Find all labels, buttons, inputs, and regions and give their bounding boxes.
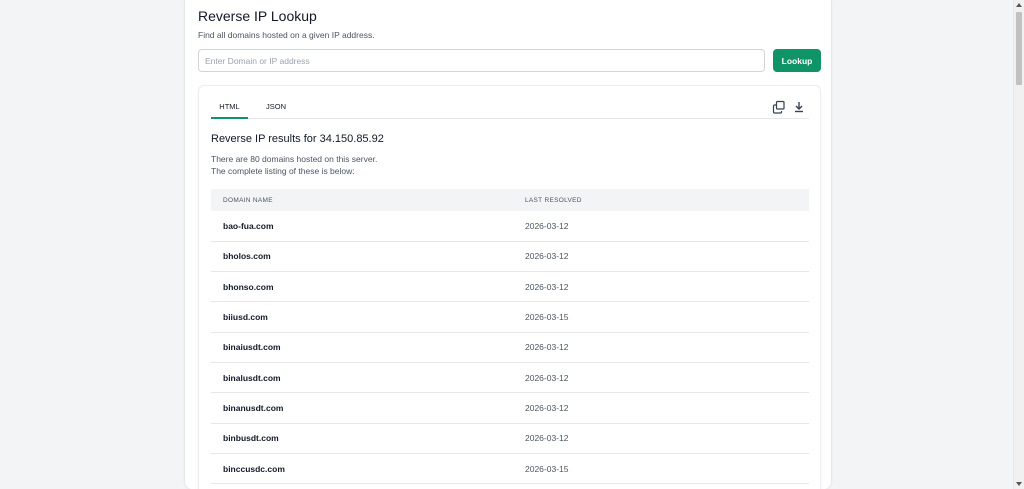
page-title: Reverse IP Lookup — [198, 8, 317, 24]
last-resolved-cell: 2026-03-12 — [525, 423, 809, 454]
tab-html[interactable]: HTML — [211, 96, 248, 119]
last-resolved-cell: 2026-03-12 — [525, 332, 809, 363]
page-subtitle: Find all domains hosted on a given IP ad… — [198, 30, 375, 40]
table-row: biiusd.com 2026-03-15 — [211, 301, 809, 333]
results-count-text: There are 80 domains hosted on this serv… — [211, 154, 378, 164]
domain-cell: binalusdt.com — [211, 362, 525, 394]
domain-table: DOMAIN NAME LAST RESOLVED bao-fua.com 20… — [211, 189, 809, 485]
reverse-ip-page: Reverse IP Lookup Find all domains hoste… — [184, 0, 832, 489]
domain-cell: binbusdt.com — [211, 423, 525, 454]
table-header-row: DOMAIN NAME LAST RESOLVED — [211, 189, 809, 211]
column-header-domain: DOMAIN NAME — [211, 189, 525, 211]
column-header-last-resolved: LAST RESOLVED — [525, 189, 809, 211]
download-icon[interactable] — [792, 100, 806, 114]
table-row: binccusdc.com 2026-03-15 — [211, 453, 809, 485]
tab-json[interactable]: JSON — [259, 96, 293, 119]
results-card: HTML JSON Reverse IP results for 34.150.… — [198, 85, 821, 489]
copy-icon[interactable] — [772, 100, 786, 114]
last-resolved-cell: 2026-03-12 — [525, 362, 809, 394]
scroll-down-arrow-icon[interactable] — [1016, 482, 1022, 486]
domain-cell: binanusdt.com — [211, 392, 525, 424]
results-listing-text: The complete listing of these is below: — [211, 166, 355, 176]
table-row: bao-fua.com 2026-03-12 — [211, 211, 809, 242]
table-row: binalusdt.com 2026-03-12 — [211, 362, 809, 394]
last-resolved-cell: 2026-03-12 — [525, 211, 809, 242]
last-resolved-cell: 2026-03-12 — [525, 241, 809, 273]
last-resolved-cell: 2026-03-15 — [525, 453, 809, 485]
domain-cell: biiusd.com — [211, 301, 525, 333]
table-row: binaiusdt.com 2026-03-12 — [211, 332, 809, 363]
scroll-up-arrow-icon[interactable] — [1016, 3, 1022, 7]
table-row: bholos.com 2026-03-12 — [211, 241, 809, 273]
last-resolved-cell: 2026-03-12 — [525, 271, 809, 303]
table-row: binanusdt.com 2026-03-12 — [211, 392, 809, 424]
last-resolved-cell: 2026-03-15 — [525, 301, 809, 333]
results-tabs: HTML JSON — [211, 96, 809, 119]
domain-cell: bao-fua.com — [211, 211, 525, 242]
domain-cell: bholos.com — [211, 241, 525, 273]
domain-cell: binccusdc.com — [211, 453, 525, 485]
results-heading: Reverse IP results for 34.150.85.92 — [211, 133, 384, 145]
page-scrollbar[interactable] — [1013, 0, 1024, 489]
domain-cell: binaiusdt.com — [211, 332, 525, 363]
domain-cell: bhonso.com — [211, 271, 525, 303]
scroll-thumb[interactable] — [1016, 12, 1022, 85]
table-row: bhonso.com 2026-03-12 — [211, 271, 809, 303]
table-row: binbusdt.com 2026-03-12 — [211, 423, 809, 454]
lookup-button[interactable]: Lookup — [773, 49, 821, 72]
last-resolved-cell: 2026-03-12 — [525, 392, 809, 424]
search-input[interactable] — [198, 49, 765, 72]
results-description: There are 80 domains hosted on this serv… — [211, 153, 377, 177]
